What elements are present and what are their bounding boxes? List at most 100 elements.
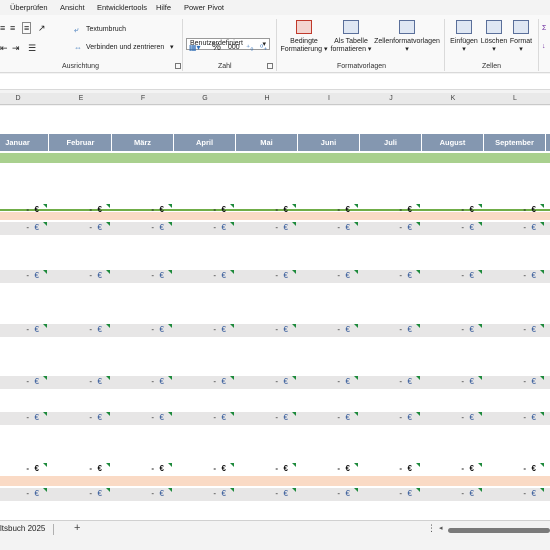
value-cell[interactable]: - € [298,412,360,424]
value-cell[interactable]: - € [484,270,546,282]
error-indicator-icon[interactable] [106,412,110,416]
value-cell[interactable]: - € [422,222,484,234]
error-indicator-icon[interactable] [540,204,544,208]
value-cell[interactable]: - € [174,488,236,500]
fill-icon[interactable]: ↓ [542,43,546,50]
error-indicator-icon[interactable] [540,324,544,328]
align-right-icon[interactable]: ≡ [22,22,32,34]
value-cell[interactable]: - € [484,204,546,216]
error-indicator-icon[interactable] [106,488,110,492]
error-indicator-icon[interactable] [168,204,172,208]
more-options-icon[interactable]: ⋮ [427,523,436,534]
value-cell[interactable]: - € [484,412,546,424]
value-cell[interactable]: - € [236,463,298,475]
error-indicator-icon[interactable] [354,204,358,208]
value-cell[interactable]: - € [112,270,174,282]
month-header-februar[interactable]: Februar [50,134,112,151]
error-indicator-icon[interactable] [168,270,172,274]
error-indicator-icon[interactable] [292,204,296,208]
value-cell[interactable]: - € [298,222,360,234]
error-indicator-icon[interactable] [540,463,544,467]
error-indicator-icon[interactable] [106,204,110,208]
value-cell[interactable]: - € [50,270,112,282]
column-header-j[interactable]: J [360,95,422,102]
error-indicator-icon[interactable] [43,488,47,492]
month-header-maerz[interactable]: März [112,134,174,151]
error-indicator-icon[interactable] [416,324,420,328]
menu-hilfe[interactable]: Hilfe [156,3,171,12]
value-cell[interactable]: - € [422,463,484,475]
column-header-l[interactable]: L [484,95,546,102]
value-cell[interactable]: - € [298,376,360,388]
value-cell[interactable]: - € [236,488,298,500]
add-sheet-button[interactable]: + [74,522,80,534]
orientation-icon[interactable]: ↗ [38,23,46,34]
error-indicator-icon[interactable] [292,463,296,467]
error-indicator-icon[interactable] [106,463,110,467]
scroll-left-icon[interactable]: ◂ [439,524,443,532]
value-cell[interactable]: - € [236,324,298,336]
month-header-januar[interactable]: Januar [0,134,49,151]
error-indicator-icon[interactable] [416,204,420,208]
value-cell[interactable]: - € [484,222,546,234]
error-indicator-icon[interactable] [230,412,234,416]
increase-decimal-icon[interactable]: ⁺₀ [246,43,254,52]
column-header-g[interactable]: G [174,95,236,102]
error-indicator-icon[interactable] [540,222,544,226]
value-cell[interactable]: - € [422,488,484,500]
month-header-august[interactable]: August [422,134,484,151]
value-cell[interactable]: - € [174,463,236,475]
error-indicator-icon[interactable] [168,412,172,416]
value-cell[interactable]: - € [50,324,112,336]
value-cell[interactable]: - € [112,204,174,216]
error-indicator-icon[interactable] [416,376,420,380]
value-cell[interactable]: - € [174,204,236,216]
error-indicator-icon[interactable] [292,376,296,380]
month-header-september[interactable]: September [484,134,546,151]
value-cell[interactable]: - € [50,222,112,234]
error-indicator-icon[interactable] [354,463,358,467]
format-cells-button[interactable]: Format ▾ [508,20,534,54]
error-indicator-icon[interactable] [230,376,234,380]
error-indicator-icon[interactable] [230,270,234,274]
error-indicator-icon[interactable] [416,412,420,416]
value-cell[interactable]: - € [174,376,236,388]
value-cell[interactable]: - € [360,204,422,216]
cell-styles-button[interactable]: Zellenformatvorlagen ▾ [374,20,440,54]
value-cell[interactable]: - € [236,412,298,424]
error-indicator-icon[interactable] [168,222,172,226]
error-indicator-icon[interactable] [540,488,544,492]
align-left-icon[interactable]: ≡ [0,23,5,33]
value-cell[interactable]: - € [360,412,422,424]
decrease-indent-icon[interactable]: ⇤ [0,43,8,54]
sum-icon[interactable]: Σ [542,25,546,32]
value-cell[interactable]: - € [50,488,112,500]
error-indicator-icon[interactable] [168,324,172,328]
value-cell[interactable]: - € [50,376,112,388]
value-cell[interactable]: - € [112,412,174,424]
month-header-april[interactable]: April [174,134,236,151]
error-indicator-icon[interactable] [478,412,482,416]
increase-indent-icon[interactable]: ⇥ [12,43,20,54]
error-indicator-icon[interactable] [292,324,296,328]
value-cell[interactable]: - € [298,463,360,475]
column-header-k[interactable]: K [422,95,484,102]
error-indicator-icon[interactable] [540,270,544,274]
menu-ueberpruefen[interactable]: Überprüfen [10,3,48,12]
error-indicator-icon[interactable] [230,488,234,492]
month-header-juli[interactable]: Juli [360,134,422,151]
decrease-decimal-icon[interactable]: ⁰₊ [260,43,267,52]
value-cell[interactable]: - € [0,222,49,234]
error-indicator-icon[interactable] [43,463,47,467]
sheet-tab[interactable]: ltsbuch 2025 [0,524,45,533]
error-indicator-icon[interactable] [106,324,110,328]
value-cell[interactable]: - € [422,412,484,424]
column-header-i[interactable]: I [298,95,360,102]
error-indicator-icon[interactable] [292,222,296,226]
value-cell[interactable]: - € [360,376,422,388]
value-cell[interactable]: - € [360,270,422,282]
value-cell[interactable]: - € [50,463,112,475]
value-cell[interactable]: - € [174,324,236,336]
value-cell[interactable]: - € [484,376,546,388]
value-cell[interactable]: - € [484,463,546,475]
